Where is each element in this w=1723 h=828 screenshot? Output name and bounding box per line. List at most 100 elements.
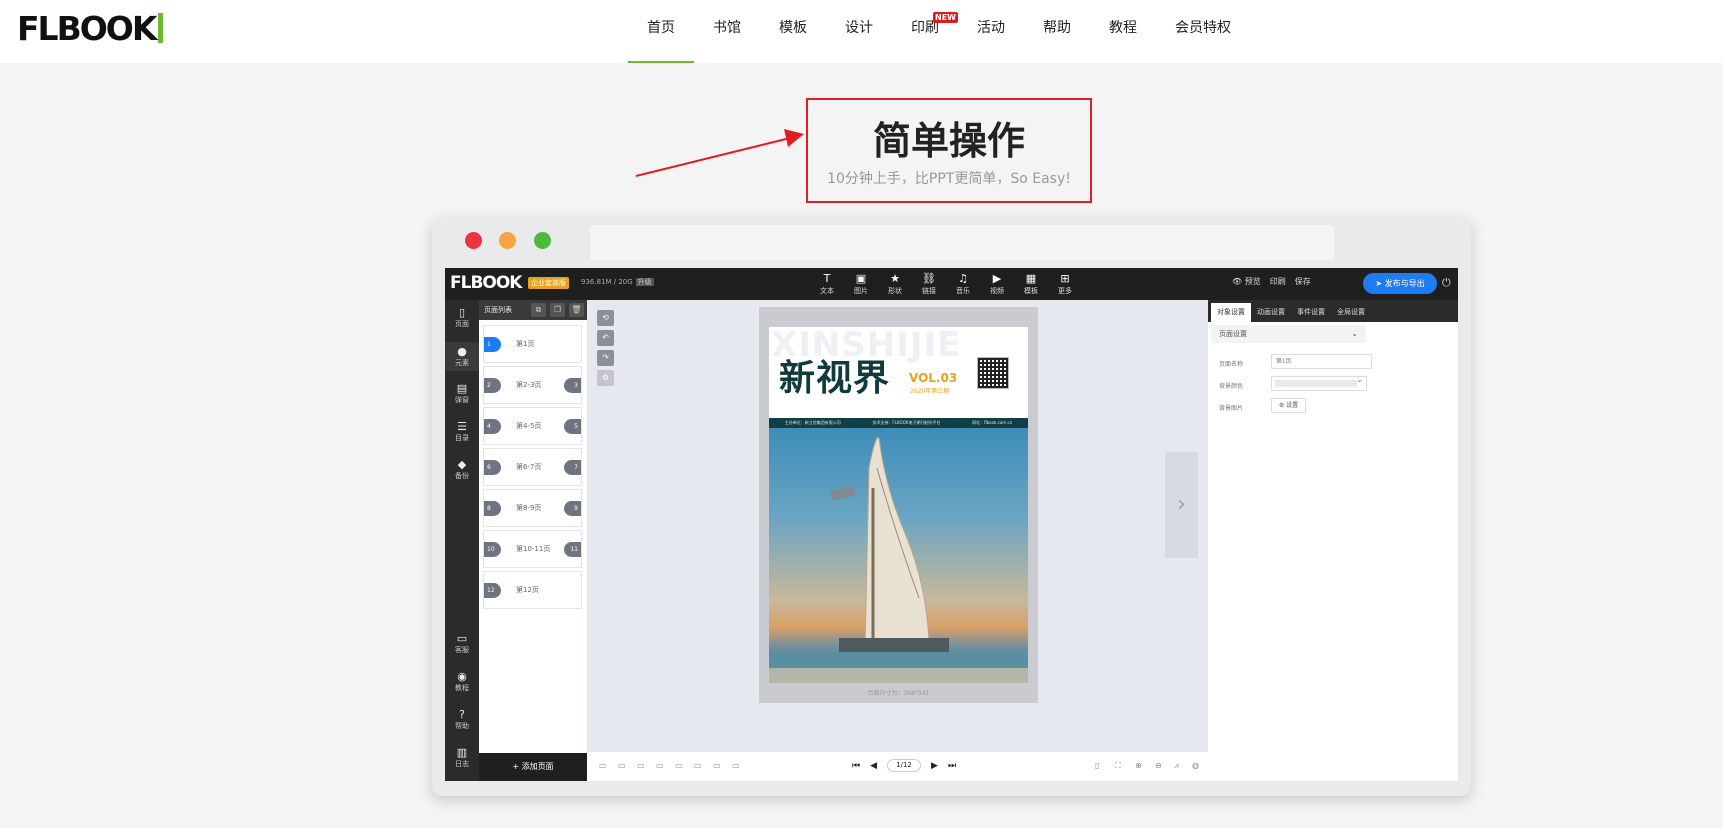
sail-tower-illustration (769, 437, 1028, 683)
red-arrow-annotation (635, 129, 804, 177)
upgrade-link[interactable]: 升级 (635, 278, 654, 286)
save-button[interactable]: 保存 (1295, 276, 1311, 287)
left-nav-log[interactable]: ▥ 日志 (445, 746, 479, 769)
tool-template[interactable]: ▦ 模板 (1014, 272, 1048, 296)
nav-events[interactable]: 活动 (958, 0, 1024, 63)
page-number-input[interactable]: 1/12 (887, 759, 922, 772)
page-thumb[interactable]: 10 第10-11页 11 (483, 530, 582, 568)
nav-home[interactable]: 首页 (628, 0, 694, 63)
page-thumb[interactable]: 8 第8-9页 9 (483, 489, 582, 527)
ruler-icon[interactable]: ⩘ (1174, 761, 1179, 771)
page-thumb[interactable]: 4 第4-5页 5 (483, 407, 582, 445)
tool-link[interactable]: ⛓ 链接 (912, 272, 946, 296)
page-icon[interactable]: ▯ (1095, 761, 1099, 770)
delete-page-icon[interactable]: 🗑 (569, 303, 584, 317)
first-page-icon[interactable]: ⏮ (852, 761, 860, 771)
left-nav-elements[interactable]: ● 元素 (445, 342, 479, 371)
nav-membership[interactable]: 会员特权 (1156, 0, 1250, 63)
page-label: 第2-3页 (516, 381, 542, 389)
feature-title: 简单操作 (872, 119, 1025, 163)
left-nav-tutorial[interactable]: ◉ 教程 (445, 670, 479, 693)
zoom-in-icon[interactable]: ⊕ (1135, 761, 1142, 770)
last-page-icon[interactable]: ⏭ (948, 761, 956, 771)
prev-page-icon[interactable]: ◀ (870, 761, 877, 771)
next-page-arrow[interactable]: › (1165, 452, 1198, 558)
magazine-cover[interactable]: XINSHIJIE 新视界 VOL.03 2020年第三期 主办单位：新立信集团… (769, 327, 1028, 683)
grid-icon[interactable]: ◍ (1192, 761, 1199, 770)
page-name-input[interactable] (1271, 354, 1372, 369)
nav-library[interactable]: 书馆 (694, 0, 760, 63)
left-nav-backup[interactable]: ◆ 备份 (445, 458, 479, 481)
copy-page-icon[interactable]: ⧉ (531, 303, 546, 317)
nav-label: 活动 (977, 20, 1005, 36)
next-page-icon[interactable]: ▶ (931, 761, 938, 771)
tab-event-settings[interactable]: 事件设置 (1291, 303, 1331, 322)
align-right-icon[interactable]: ▭ (637, 761, 645, 770)
distribute-h-icon[interactable]: ▭ (713, 761, 721, 770)
settings-icon[interactable]: ⚙ (597, 370, 614, 386)
browser-mockup: FLBOOK 企业套装版 936.81M / 20G 升级 T 文本 ▣ 图片 ★ 形状… (432, 218, 1471, 796)
bg-color-label: 背景颜色 (1219, 383, 1244, 390)
tool-label: 模板 (1024, 287, 1038, 295)
publish-export-button[interactable]: ➤ 发布与导出 (1363, 273, 1437, 294)
chevron-down-icon: ⌄ (1351, 329, 1358, 338)
bg-color-picker[interactable] (1271, 375, 1367, 391)
bg-image-settings-button[interactable]: ⚙ 设置 (1271, 398, 1306, 413)
tool-music[interactable]: ♫ 音乐 (946, 272, 980, 296)
site-logo[interactable]: FLBOOK (17, 9, 164, 48)
nav-tutorials[interactable]: 教程 (1090, 0, 1156, 63)
tool-text[interactable]: T 文本 (810, 272, 844, 296)
page-thumb[interactable]: 1 第1页 (483, 325, 582, 363)
align-center-icon[interactable]: ▭ (618, 761, 626, 770)
editor-canvas: ⟲ ↶ ↷ ⚙ XINSHIJIE 新视界 VOL.03 2020年第三期 主办… (587, 300, 1208, 752)
fit-screen-icon[interactable]: ⛶ (1115, 761, 1121, 771)
undo-icon[interactable]: ↶ (597, 330, 614, 346)
bg-image-label: 背景图片 (1219, 405, 1244, 412)
tool-more[interactable]: ⊞ 更多 (1048, 272, 1082, 296)
nav-help[interactable]: 帮助 (1024, 0, 1090, 63)
editor-logo: FLBOOK (450, 273, 522, 293)
tool-shape[interactable]: ★ 形状 (878, 272, 912, 296)
add-page-button[interactable]: + 添加页面 (479, 753, 587, 781)
align-middle-icon[interactable]: ▭ (675, 761, 683, 770)
page-thumb[interactable]: 2 第2-3页 3 (483, 366, 582, 404)
print-button[interactable]: 印刷 (1270, 276, 1286, 287)
redo-icon[interactable]: ↷ (597, 350, 614, 366)
left-nav-help[interactable]: ? 帮助 (445, 708, 479, 731)
tab-animation-settings[interactable]: 动画设置 (1251, 303, 1291, 322)
zoom-out-icon[interactable]: ⊖ (1155, 761, 1162, 770)
duplicate-page-icon[interactable]: ❐ (550, 303, 565, 317)
left-nav-popups[interactable]: ▤ 弹窗 (445, 382, 479, 405)
page-settings-section[interactable]: 页面设置 ⌄ (1211, 325, 1366, 343)
image-icon: ▣ (855, 272, 867, 285)
distribute-v-icon[interactable]: ▭ (732, 761, 740, 770)
left-nav-toc[interactable]: ☰ 目录 (445, 420, 479, 443)
window-maximize-dot (534, 232, 551, 249)
nav-label: 书馆 (713, 20, 741, 36)
tool-label: 图片 (854, 287, 868, 295)
nav-templates[interactable]: 模板 (760, 0, 826, 63)
align-top-icon[interactable]: ▭ (656, 761, 664, 770)
align-left-icon[interactable]: ▭ (599, 761, 607, 770)
nav-print[interactable]: 印刷 NEW (892, 0, 958, 63)
left-nav-label: 目录 (455, 434, 469, 442)
nav-design[interactable]: 设计 (826, 0, 892, 63)
tab-object-settings[interactable]: 对象设置 (1211, 303, 1251, 322)
left-nav-support[interactable]: ▭ 客服 (445, 632, 479, 655)
page-label: 第8-9页 (516, 504, 542, 512)
page-thumb[interactable]: 6 第6-7页 7 (483, 448, 582, 486)
logo-accent-bar (158, 13, 164, 43)
left-nav-label: 教程 (455, 684, 469, 692)
history-icon[interactable]: ⟲ (597, 310, 614, 326)
cover-info-band: 主办单位：新立信集团有限公司 技术支持：FLBOOK电子期刊制作平台 网址：fl… (769, 418, 1028, 428)
preview-button[interactable]: 👁 预览 (1232, 276, 1261, 287)
tab-global-settings[interactable]: 全局设置 (1331, 303, 1371, 322)
page-thumb[interactable]: 12 第12页 (483, 571, 582, 609)
play-circle-icon: ◉ (457, 670, 467, 683)
tool-image[interactable]: ▣ 图片 (844, 272, 878, 296)
tool-video[interactable]: ▶ 视频 (980, 272, 1014, 296)
power-icon[interactable]: ⏻ (1442, 276, 1451, 290)
left-nav-pages[interactable]: ▯ 页面 (445, 306, 479, 329)
template-icon: ▦ (1025, 272, 1037, 285)
align-bottom-icon[interactable]: ▭ (694, 761, 702, 770)
